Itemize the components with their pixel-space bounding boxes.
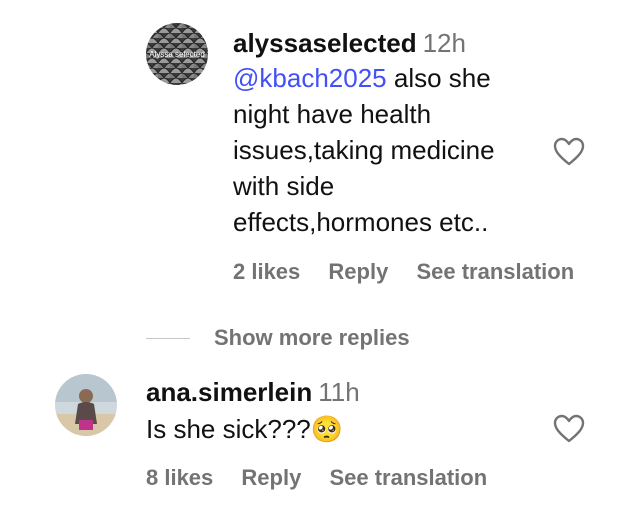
reply-actions: 2 likes Reply See translation (233, 259, 574, 285)
comment-actions: 8 likes Reply See translation (146, 465, 487, 491)
show-more-divider (146, 338, 190, 339)
mention-link[interactable]: @kbach2025 (233, 63, 387, 93)
reply-likes-count[interactable]: 2 likes (233, 259, 300, 284)
reply-see-translation[interactable]: See translation (416, 259, 574, 284)
avatar-image (55, 374, 117, 436)
avatar[interactable] (55, 374, 117, 436)
reply-line-1: @kbach2025 also she (233, 60, 543, 96)
reply-line-5: effects,hormones etc.. (233, 207, 489, 237)
like-heart-icon[interactable] (553, 137, 585, 167)
like-heart-icon[interactable] (553, 414, 585, 444)
reply-line-3: issues,taking medicine (233, 135, 495, 165)
comment-username[interactable]: ana.simerlein (146, 377, 312, 407)
avatar-image: Alyssa selected (146, 23, 208, 85)
comment-likes-count[interactable]: 8 likes (146, 465, 213, 490)
comment-timestamp[interactable]: 11h (318, 377, 359, 407)
comment-reply-button[interactable]: Reply (241, 465, 301, 490)
reply-line-2: night have health (233, 99, 432, 129)
reply-line-4: with side (233, 171, 335, 201)
avatar-label: Alyssa selected (149, 50, 205, 59)
reply-line-1-text: also she (393, 63, 491, 93)
reply-text: @kbach2025 also she night have health is… (233, 60, 543, 240)
reply-timestamp[interactable]: 12h (423, 28, 466, 58)
comment-see-translation[interactable]: See translation (329, 465, 487, 490)
reply-header: alyssaselected 12h (233, 28, 466, 59)
comment-header: ana.simerlein 11h (146, 377, 360, 408)
comment-text: Is she sick???🥺 (146, 414, 344, 444)
reply-username[interactable]: alyssaselected (233, 28, 417, 58)
reply-reply-button[interactable]: Reply (328, 259, 388, 284)
avatar[interactable]: Alyssa selected (146, 23, 208, 85)
show-more-replies-button[interactable]: Show more replies (214, 325, 410, 351)
